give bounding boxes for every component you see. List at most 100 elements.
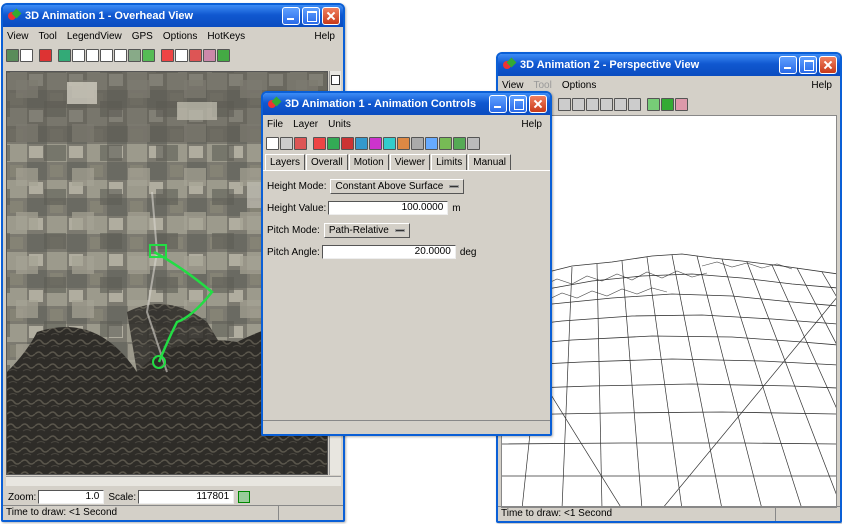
menu-options[interactable]: Options <box>163 31 197 42</box>
dropdown-icon <box>449 184 460 188</box>
pitch-mode-label: Pitch Mode: <box>267 224 320 236</box>
region-icon[interactable] <box>397 136 410 150</box>
menu-help[interactable]: Help <box>314 31 335 42</box>
close-button[interactable] <box>529 95 547 113</box>
menu-view[interactable]: View <box>7 31 29 42</box>
surface-icon[interactable] <box>661 97 674 111</box>
zoom-layer-icon[interactable] <box>142 48 155 62</box>
tab-motion[interactable]: Motion <box>348 154 389 170</box>
overhead-menubar: View Tool LegendView GPS Options HotKeys… <box>3 27 343 46</box>
zoom-search-icon[interactable] <box>161 48 174 62</box>
rewind-icon[interactable] <box>586 97 599 111</box>
controls-titlebar[interactable]: 3D Animation 1 - Animation Controls <box>263 93 550 115</box>
limits-panel: Height Mode: Constant Above Surface Heig… <box>263 170 550 263</box>
overhead-statusbar: Time to draw: <1 Second <box>3 505 343 520</box>
record-icon[interactable] <box>294 136 307 150</box>
height-unit: m <box>452 202 461 214</box>
close-button[interactable] <box>322 7 340 25</box>
minimize-button[interactable] <box>489 95 507 113</box>
shape-icon[interactable] <box>369 136 382 150</box>
menu-tool[interactable]: Tool <box>39 31 57 42</box>
window-title: 3D Animation 1 - Overhead View <box>25 10 194 22</box>
close-button[interactable] <box>819 56 837 74</box>
cad-icon[interactable] <box>355 136 368 150</box>
maximize-button[interactable] <box>302 7 320 25</box>
maximize-button[interactable] <box>509 95 527 113</box>
zoom-out-icon[interactable] <box>100 48 113 62</box>
vector-icon[interactable] <box>341 136 354 150</box>
height-mode-label: Height Mode: <box>267 180 327 192</box>
pitch-angle-label: Pitch Angle: <box>267 246 320 258</box>
tools-icon[interactable] <box>453 136 466 150</box>
height-mode-dropdown[interactable]: Constant Above Surface <box>330 178 465 194</box>
raster-icon[interactable] <box>327 136 340 150</box>
select-arrow-icon[interactable] <box>175 48 188 62</box>
ruler-icon[interactable] <box>189 48 202 62</box>
add-layer-icon[interactable] <box>313 136 326 150</box>
tab-manual[interactable]: Manual <box>468 154 512 170</box>
fast-forward-icon[interactable] <box>628 97 641 111</box>
pitch-angle-field[interactable]: 20.0000 <box>321 245 456 259</box>
open-icon[interactable] <box>280 136 293 150</box>
zoom-field[interactable]: 1.0 <box>38 490 105 504</box>
zoom-prev-icon[interactable] <box>128 48 141 62</box>
zoom-in-icon[interactable] <box>86 48 99 62</box>
overhead-toolbar <box>3 46 343 64</box>
refresh-icon[interactable] <box>425 136 438 150</box>
perspective-titlebar[interactable]: 3D Animation 2 - Perspective View <box>498 54 840 76</box>
layer-controls-icon[interactable] <box>439 136 452 150</box>
menu-options[interactable]: Options <box>562 80 596 91</box>
tab-overall[interactable]: Overall <box>306 154 348 170</box>
maximize-button[interactable] <box>799 56 817 74</box>
zoom-full-icon[interactable] <box>72 48 85 62</box>
status-text: Time to draw: <1 Second <box>6 506 279 520</box>
menu-gps[interactable]: GPS <box>132 31 153 42</box>
terrain-mesh <box>502 253 836 507</box>
pitch-mode-value: Path-Relative <box>328 224 389 236</box>
height-mode-row: Height Mode: Constant Above Surface <box>263 175 550 197</box>
overhead-titlebar[interactable]: 3D Animation 1 - Overhead View <box>3 5 343 27</box>
scale-field[interactable]: 117801 <box>138 490 235 504</box>
minimize-button[interactable] <box>779 56 797 74</box>
menu-view[interactable]: View <box>502 80 524 91</box>
menu-units[interactable]: Units <box>328 119 351 130</box>
pause-icon[interactable] <box>572 97 585 111</box>
tab-layers[interactable]: Layers <box>265 154 306 170</box>
terrain-icon[interactable] <box>647 97 660 111</box>
menu-help[interactable]: Help <box>521 119 542 130</box>
save-icon[interactable] <box>266 136 279 150</box>
tab-viewer[interactable]: Viewer <box>389 154 431 170</box>
menu-tool[interactable]: Tool <box>534 80 552 91</box>
height-value-field[interactable]: 100.0000 <box>328 201 449 215</box>
stop-icon[interactable] <box>558 97 571 111</box>
overhead-horizontal-scrollbar[interactable] <box>6 476 341 486</box>
zoom-scale-bar: Zoom: 1.0 Scale: 117801 <box>6 489 341 505</box>
menu-help[interactable]: Help <box>811 80 832 91</box>
pan-icon[interactable] <box>39 48 52 62</box>
scale-label: Scale: <box>108 491 137 503</box>
play-icon[interactable] <box>614 97 627 111</box>
window-icon[interactable] <box>20 48 33 62</box>
menu-layer[interactable]: Layer <box>293 119 318 130</box>
menu-file[interactable]: File <box>267 119 283 130</box>
animation-controls-window: 3D Animation 1 - Animation Controls File… <box>261 91 552 436</box>
zoom-box-icon[interactable] <box>114 48 127 62</box>
dropdown-icon <box>394 228 405 232</box>
step-back-icon[interactable] <box>600 97 613 111</box>
menu-hotkeys[interactable]: HotKeys <box>207 31 245 42</box>
status-text: Time to draw: <1 Second <box>501 507 776 521</box>
tin-icon[interactable] <box>383 136 396 150</box>
menu-legendview[interactable]: LegendView <box>67 31 122 42</box>
draw-icon[interactable] <box>203 48 216 62</box>
controls-tabs: Layers Overall Motion Viewer Limits Manu… <box>263 152 550 170</box>
legend-icon[interactable] <box>217 48 230 62</box>
globe-icon[interactable] <box>6 48 19 62</box>
minimize-button[interactable] <box>282 7 300 25</box>
database-icon[interactable] <box>411 136 424 150</box>
settings-icon[interactable] <box>675 97 688 111</box>
tab-limits[interactable]: Limits <box>431 154 468 170</box>
scale-lock-icon[interactable] <box>238 491 251 503</box>
redraw-icon[interactable] <box>58 48 71 62</box>
pitch-mode-dropdown[interactable]: Path-Relative <box>323 222 410 238</box>
more-icon[interactable] <box>467 136 480 150</box>
